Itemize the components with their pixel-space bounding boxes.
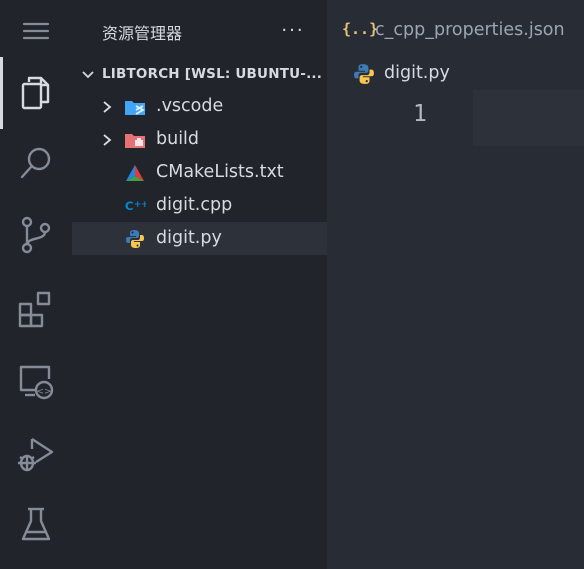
tree-item-label: digit.cpp: [156, 195, 233, 215]
explorer-sidebar: 资源管理器 ··· LIBTORCH [WSL: UBUNTU-... .vsc…: [72, 0, 327, 569]
json-icon: {..}: [342, 20, 379, 38]
search-icon: [20, 147, 51, 179]
tree-item-digit-cpp[interactable]: C++ digit.cpp: [72, 189, 327, 222]
activity-source-control[interactable]: [0, 199, 72, 271]
tree-item-digit-py[interactable]: digit.py: [72, 222, 327, 255]
tree-item-build[interactable]: build: [72, 123, 327, 156]
tab-label: c_cpp_properties.json: [375, 20, 565, 40]
current-line-highlight[interactable]: [473, 90, 584, 146]
tree-item-label: digit.py: [156, 228, 222, 248]
svg-text:++: ++: [134, 199, 146, 209]
chevron-down-icon: [82, 71, 94, 79]
activity-run-debug[interactable]: [0, 417, 72, 489]
activity-extensions[interactable]: [0, 273, 72, 345]
sidebar-header: 资源管理器 ···: [72, 0, 327, 62]
tree-item-vscode[interactable]: .vscode: [72, 90, 327, 123]
sidebar-title: 资源管理器: [102, 24, 183, 43]
explorer-icon: [21, 76, 50, 110]
extensions-icon: [18, 291, 51, 328]
svg-text:<>: <>: [36, 387, 51, 397]
testing-icon: [21, 507, 51, 541]
more-actions-button[interactable]: ···: [278, 15, 308, 45]
cmake-icon: [124, 163, 146, 183]
breadcrumb[interactable]: digit.py: [327, 62, 584, 88]
line-number: 1: [413, 101, 427, 127]
build-folder-icon: [124, 130, 146, 150]
svg-text:C: C: [125, 199, 134, 213]
activity-testing[interactable]: [0, 489, 72, 561]
tree-item-label: CMakeLists.txt: [156, 162, 284, 182]
tree-item-cmakelists[interactable]: CMakeLists.txt: [72, 156, 327, 189]
remote-explorer-icon: <>: [19, 365, 54, 400]
breadcrumb-file-label: digit.py: [384, 63, 450, 83]
tree-item-label: build: [156, 129, 200, 149]
run-debug-icon: [18, 437, 54, 472]
activity-explorer[interactable]: [0, 57, 72, 129]
menu-icon: [22, 22, 50, 40]
activity-search[interactable]: [0, 128, 72, 200]
editor-area: {..} c_cpp_properties.json digit.py 1: [327, 0, 584, 569]
workspace-title: LIBTORCH [WSL: UBUNTU-...: [102, 66, 323, 82]
source-control-icon: [21, 216, 51, 254]
activity-bar: <>: [0, 0, 72, 569]
python-icon: [353, 63, 375, 89]
vscode-folder-icon: [124, 97, 146, 117]
workspace-section-header[interactable]: LIBTORCH [WSL: UBUNTU-...: [72, 62, 327, 88]
cpp-icon: C++: [124, 196, 146, 216]
tab-c-cpp-properties[interactable]: {..} c_cpp_properties.json: [327, 0, 584, 62]
activity-remote-explorer[interactable]: <>: [0, 346, 72, 418]
menu-button[interactable]: [0, 0, 72, 62]
chevron-right-icon: [103, 101, 112, 113]
tree-item-label: .vscode: [156, 96, 224, 116]
chevron-right-icon: [103, 134, 112, 146]
python-icon: [124, 229, 146, 249]
